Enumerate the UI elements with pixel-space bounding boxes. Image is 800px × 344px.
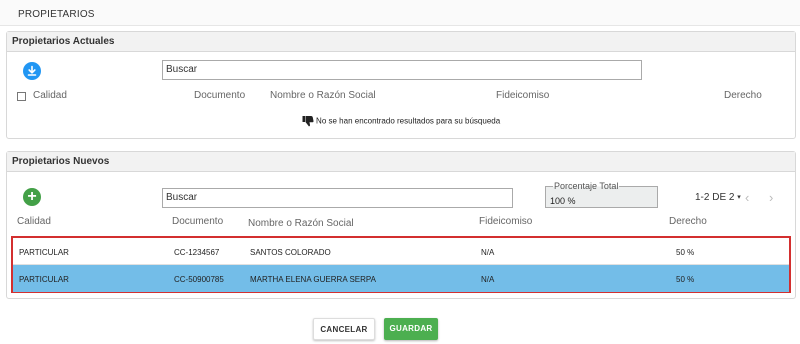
cell-fideicomiso: N/A bbox=[481, 275, 495, 284]
percentage-total-label: Porcentaje Total bbox=[553, 181, 620, 191]
current-owners-panel: Propietarios Actuales Buscar Calidad Doc… bbox=[6, 31, 796, 139]
thumbs-down-icon bbox=[302, 116, 314, 127]
add-icon: + bbox=[27, 188, 37, 205]
table-row[interactable]: PARTICULAR CC-1234567 SANTOS COLORADO N/… bbox=[13, 238, 789, 265]
column-header-documento[interactable]: Documento bbox=[194, 90, 245, 101]
empty-results-text: No se han encontrado resultados para su … bbox=[316, 116, 501, 126]
add-owner-button[interactable]: + bbox=[23, 188, 41, 206]
column-header-nombre[interactable]: Nombre o Razón Social bbox=[248, 218, 354, 229]
cell-nombre: SANTOS COLORADO bbox=[250, 248, 331, 257]
column-header-calidad[interactable]: Calidad bbox=[33, 90, 67, 101]
new-owners-panel: Propietarios Nuevos + Buscar Porcentaje … bbox=[6, 151, 796, 299]
caret-down-icon: ▾ bbox=[737, 194, 741, 201]
save-button[interactable]: GUARDAR bbox=[384, 318, 438, 340]
empty-results-message: No se han encontrado resultados para su … bbox=[7, 115, 795, 127]
page-header: PROPIETARIOS bbox=[0, 0, 800, 26]
table-row-selected[interactable]: PARTICULAR CC-50900785 MARTHA ELENA GUER… bbox=[13, 265, 789, 292]
current-owners-title: Propietarios Actuales bbox=[7, 32, 795, 52]
percentage-total-field: Porcentaje Total 100 % bbox=[545, 181, 658, 208]
cell-documento: CC-1234567 bbox=[174, 248, 220, 257]
download-icon bbox=[27, 65, 37, 76]
percentage-total-value: 100 % bbox=[550, 196, 576, 206]
column-header-derecho[interactable]: Derecho bbox=[724, 90, 762, 101]
cell-fideicomiso: N/A bbox=[481, 248, 495, 257]
new-owners-table-body: PARTICULAR CC-1234567 SANTOS COLORADO N/… bbox=[11, 236, 791, 293]
column-header-documento[interactable]: Documento bbox=[172, 216, 223, 227]
column-header-derecho[interactable]: Derecho bbox=[669, 216, 707, 227]
column-header-calidad[interactable]: Calidad bbox=[17, 216, 51, 227]
new-owners-search-input[interactable]: Buscar bbox=[162, 188, 513, 208]
select-all-checkbox[interactable] bbox=[17, 92, 26, 101]
cell-calidad: PARTICULAR bbox=[19, 275, 69, 284]
chevron-left-icon[interactable]: ‹ bbox=[745, 190, 749, 205]
chevron-right-icon[interactable]: › bbox=[769, 190, 773, 205]
cell-derecho: 50 % bbox=[676, 275, 695, 284]
cell-calidad: PARTICULAR bbox=[19, 248, 69, 257]
page-title: PROPIETARIOS bbox=[18, 9, 95, 20]
download-button[interactable] bbox=[23, 62, 41, 80]
pagination-label: 1-2 DE 2 bbox=[695, 192, 735, 203]
cell-derecho: 50 % bbox=[676, 248, 695, 257]
new-owners-title: Propietarios Nuevos bbox=[7, 152, 795, 172]
column-header-fideicomiso[interactable]: Fideicomiso bbox=[479, 216, 532, 227]
current-owners-search-input[interactable]: Buscar bbox=[162, 60, 642, 80]
column-header-fideicomiso[interactable]: Fideicomiso bbox=[496, 90, 549, 101]
cell-documento: CC-50900785 bbox=[174, 275, 224, 284]
cell-nombre: MARTHA ELENA GUERRA SERPA bbox=[250, 275, 376, 284]
pagination-selector[interactable]: 1-2 DE 2 ▾ bbox=[695, 192, 741, 203]
column-header-nombre[interactable]: Nombre o Razón Social bbox=[270, 90, 376, 101]
cancel-button[interactable]: CANCELAR bbox=[313, 318, 375, 340]
